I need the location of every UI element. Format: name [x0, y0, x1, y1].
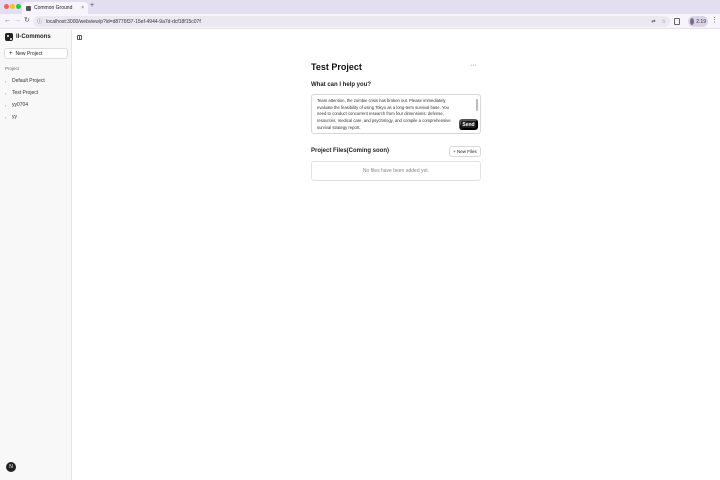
profile-button[interactable]: 2.19 — [688, 16, 708, 27]
favicon-icon — [26, 5, 31, 11]
project-label: Default Project — [12, 78, 45, 84]
project-label: yy — [12, 114, 17, 120]
extensions-icon[interactable] — [674, 18, 680, 25]
project-label: yy0704 — [12, 102, 29, 108]
tab-title: Common Ground — [34, 5, 73, 11]
new-project-label: New Project — [15, 50, 43, 57]
browser-toolbar: ← → ↻ ⓘ localhost:3000/webview/p?id=d877… — [0, 14, 720, 29]
chevron-right-icon[interactable]: › — [5, 91, 9, 96]
back-icon[interactable]: ← — [4, 17, 11, 25]
bookmark-star-icon[interactable]: ☆ — [662, 19, 666, 25]
profile-label: 2.19 — [696, 18, 706, 25]
chevron-right-icon[interactable]: › — [5, 79, 9, 84]
tab-close-icon[interactable]: × — [81, 5, 84, 11]
chevron-right-icon[interactable]: › — [5, 115, 9, 120]
translate-icon[interactable]: ⇄ — [651, 19, 655, 25]
chevron-right-icon[interactable]: › — [5, 103, 9, 108]
sidebar-item-yy0704[interactable]: › yy0704 — [5, 99, 65, 111]
page-title: Test Project — [311, 62, 362, 72]
sidebar: II-Commons + New Project Project › Defau… — [0, 30, 72, 480]
project-files-title: Project Files(Coming soon) — [311, 148, 390, 154]
browser-menu-icon[interactable]: ⋮ — [711, 17, 718, 25]
sidebar-toggle-icon[interactable] — [77, 35, 82, 40]
window-close-icon[interactable] — [4, 4, 9, 9]
project-section-label: Project — [5, 66, 20, 71]
prompt-label: What can I help you? — [311, 82, 372, 88]
site-info-icon[interactable]: ⓘ — [37, 18, 42, 25]
forward-icon[interactable]: → — [14, 17, 21, 25]
sidebar-item-test-project[interactable]: › Test Project — [5, 87, 65, 99]
new-files-button[interactable]: + New Files — [449, 146, 481, 157]
prompt-scrollbar[interactable] — [476, 99, 478, 111]
prompt-text[interactable]: Team attention, the zombie crisis has br… — [317, 98, 455, 132]
reload-icon[interactable]: ↻ — [24, 17, 30, 25]
new-project-button[interactable]: + New Project — [4, 48, 68, 59]
url-text[interactable]: localhost:3000/webview/p?id=d8776f37-15e… — [46, 19, 645, 25]
brand-logo-icon — [5, 33, 13, 41]
project-label: Test Project — [12, 90, 39, 96]
address-bar[interactable]: ⓘ localhost:3000/webview/p?id=d8776f37-1… — [33, 16, 670, 27]
project-list: › Default Project › Test Project › yy070… — [5, 75, 65, 123]
files-empty-state: No files have been added yet. — [311, 161, 481, 181]
mouse-cursor-icon — [460, 124, 463, 129]
brand[interactable]: II-Commons — [5, 33, 51, 41]
window-minimize-icon[interactable] — [10, 4, 15, 9]
window-maximize-icon[interactable] — [16, 4, 21, 9]
brand-name: II-Commons — [16, 34, 51, 40]
prompt-input[interactable]: Team attention, the zombie crisis has br… — [311, 94, 481, 134]
sidebar-item-yy[interactable]: › yy — [5, 111, 65, 123]
more-options-icon[interactable]: ··· — [470, 62, 477, 69]
plus-icon: + — [9, 50, 13, 57]
browser-tab-bar: Common Ground × + — [0, 0, 720, 14]
sidebar-item-default-project[interactable]: › Default Project — [5, 75, 65, 87]
user-avatar-button[interactable]: N — [6, 462, 16, 472]
profile-avatar-icon — [690, 18, 695, 25]
browser-tab[interactable]: Common Ground × — [22, 2, 88, 14]
new-tab-icon[interactable]: + — [90, 2, 94, 9]
